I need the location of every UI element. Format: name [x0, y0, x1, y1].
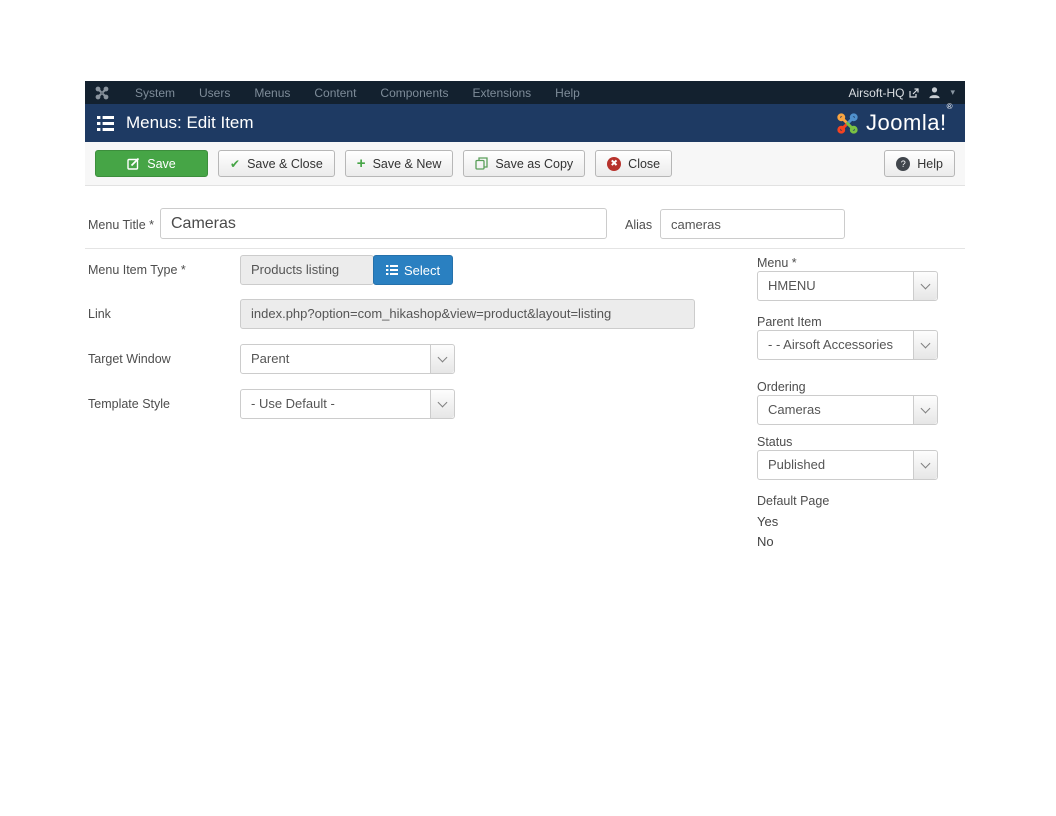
- toolbar: Save ✔ Save & Close + Save & New Save as…: [85, 142, 965, 186]
- target-window-select[interactable]: Parent: [240, 344, 455, 374]
- menu-item-type-label: Menu Item Type *: [88, 263, 186, 277]
- menu-system[interactable]: System: [123, 86, 187, 100]
- parent-item-select[interactable]: - - Airsoft Accessories: [757, 330, 938, 360]
- menu-label: Menu *: [757, 256, 797, 270]
- menu-list-icon: [97, 116, 114, 131]
- menu-content[interactable]: Content: [302, 86, 368, 100]
- chevron-down-icon[interactable]: [913, 331, 937, 359]
- status-label: Status: [757, 435, 792, 449]
- menu-help[interactable]: Help: [543, 86, 592, 100]
- admin-navbar: System Users Menus Content Components Ex…: [85, 81, 965, 104]
- menu-components[interactable]: Components: [368, 86, 460, 100]
- check-icon: ✔: [230, 157, 240, 171]
- joomla-logo-icon: [836, 112, 859, 135]
- site-preview-link[interactable]: Airsoft-HQ: [848, 86, 919, 100]
- help-icon: ?: [896, 157, 910, 171]
- page-header: Menus: Edit Item Joomla!®: [85, 104, 965, 142]
- default-page-option-no[interactable]: No: [757, 534, 774, 549]
- chevron-down-icon[interactable]: [913, 396, 937, 424]
- chevron-down-icon[interactable]: [430, 345, 454, 373]
- admin-window: System Users Menus Content Components Ex…: [85, 81, 965, 641]
- alias-input[interactable]: [660, 209, 845, 239]
- menu-menus[interactable]: Menus: [242, 86, 302, 100]
- help-button[interactable]: ? Help: [884, 150, 955, 177]
- target-window-label: Target Window: [88, 352, 171, 366]
- save-copy-button[interactable]: Save as Copy: [463, 150, 585, 177]
- chevron-down-icon[interactable]: [430, 390, 454, 418]
- menu-item-type-field: Products listing: [240, 255, 374, 285]
- template-style-label: Template Style: [88, 397, 170, 411]
- select-menu-item-type-button[interactable]: Select: [373, 255, 453, 285]
- save-new-button[interactable]: + Save & New: [345, 150, 454, 177]
- menu-users[interactable]: Users: [187, 86, 242, 100]
- chevron-down-icon[interactable]: ▾: [950, 88, 955, 97]
- site-name: Airsoft-HQ: [848, 86, 904, 100]
- template-style-select[interactable]: - Use Default -: [240, 389, 455, 419]
- joomla-logo: Joomla!®: [836, 110, 953, 136]
- plus-icon: +: [357, 156, 366, 171]
- menu-extensions[interactable]: Extensions: [460, 86, 543, 100]
- save-icon: [127, 157, 140, 170]
- menu-title-label: Menu Title *: [88, 218, 154, 232]
- parent-item-label: Parent Item: [757, 315, 822, 329]
- chevron-down-icon[interactable]: [913, 451, 937, 479]
- external-link-icon: [909, 88, 919, 98]
- copy-icon: [475, 157, 488, 170]
- joomla-mark-icon: [95, 86, 109, 100]
- divider: [85, 248, 965, 249]
- close-button[interactable]: ✖ Close: [595, 150, 672, 177]
- joomla-logo-text: Joomla!®: [866, 110, 953, 136]
- default-page-label: Default Page: [757, 494, 829, 508]
- admin-menu: System Users Menus Content Components Ex…: [123, 86, 592, 100]
- close-icon: ✖: [607, 157, 621, 171]
- save-close-button[interactable]: ✔ Save & Close: [218, 150, 335, 177]
- save-button[interactable]: Save: [95, 150, 208, 177]
- menu-select[interactable]: HMENU: [757, 271, 938, 301]
- user-icon[interactable]: [928, 86, 941, 99]
- menu-title-input[interactable]: [160, 208, 607, 239]
- page-title: Menus: Edit Item: [126, 113, 254, 133]
- link-label: Link: [88, 307, 111, 321]
- chevron-down-icon[interactable]: [913, 272, 937, 300]
- default-page-option-yes[interactable]: Yes: [757, 514, 778, 529]
- status-select[interactable]: Published: [757, 450, 938, 480]
- ordering-label: Ordering: [757, 380, 806, 394]
- list-icon: [386, 265, 398, 275]
- ordering-select[interactable]: Cameras: [757, 395, 938, 425]
- link-field: index.php?option=com_hikashop&view=produ…: [240, 299, 695, 329]
- alias-label: Alias: [625, 218, 652, 232]
